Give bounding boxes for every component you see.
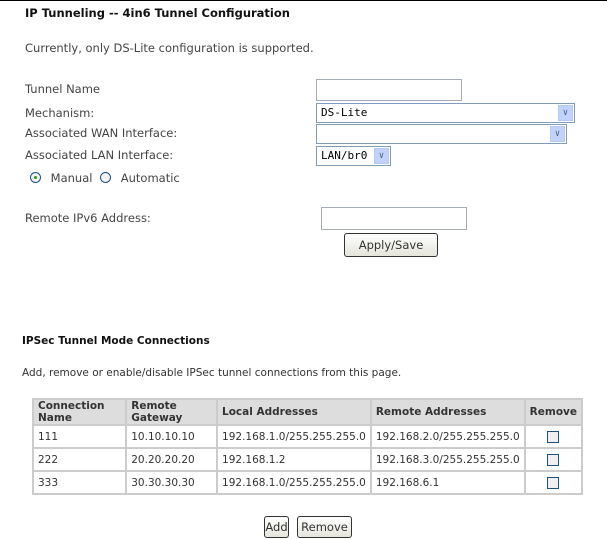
mechanism-select[interactable]: DS-Lite ∨ — [316, 103, 575, 123]
add-button[interactable]: Add — [264, 516, 289, 538]
column-header: Remote Addresses — [369, 398, 526, 426]
remove-checkbox[interactable] — [547, 476, 560, 489]
remove-cell — [523, 470, 584, 495]
page-title: IP Tunneling -- 4in6 Tunnel Configuratio… — [25, 6, 290, 20]
mechanism-label: Mechanism: — [25, 106, 95, 120]
table-header-row: Connection Name Remote Gateway Local Add… — [31, 398, 584, 426]
local-addresses: 192.168.1.0/255.255.255.0 — [216, 470, 372, 495]
local-addresses: 192.168.1.2 — [216, 447, 372, 472]
remote-gateway: 20.20.20.20 — [125, 447, 219, 472]
remote-addresses: 192.168.2.0/255.255.255.0 — [369, 424, 526, 449]
remove-cell — [523, 447, 584, 472]
remote-gateway: 30.30.30.30 — [125, 470, 219, 495]
remote-addresses: 192.168.3.0/255.255.255.0 — [369, 447, 526, 472]
column-header: Remove — [523, 398, 584, 426]
local-addresses: 192.168.1.0/255.255.255.0 — [216, 424, 372, 449]
connection-name: 111 — [31, 424, 128, 449]
lan-interface-label: Associated LAN Interface: — [25, 148, 174, 162]
table-row: 111 10.10.10.10 192.168.1.0/255.255.255.… — [31, 424, 584, 449]
top-border — [0, 0, 607, 1]
lan-interface-value: LAN/br0 — [321, 149, 368, 162]
remote-ipv6-input[interactable] — [321, 207, 467, 230]
manual-radio-label: Manual — [50, 171, 93, 185]
chevron-down-icon: ∨ — [558, 105, 573, 121]
column-header: Connection Name — [31, 398, 128, 426]
mode-radio-group: Manual Automatic — [30, 171, 180, 185]
manual-radio[interactable] — [30, 172, 41, 183]
tunnel-name-input[interactable] — [316, 79, 462, 101]
mechanism-value: DS-Lite — [321, 106, 368, 119]
column-header: Local Addresses — [216, 398, 372, 426]
remove-cell — [523, 424, 584, 449]
chevron-down-icon: ∨ — [374, 148, 389, 164]
wan-interface-label: Associated WAN Interface: — [25, 126, 178, 140]
automatic-radio-label: Automatic — [120, 171, 180, 185]
connection-name: 222 — [31, 447, 128, 472]
lan-interface-select[interactable]: LAN/br0 ∨ — [316, 146, 391, 166]
chevron-down-icon: ∨ — [550, 126, 565, 142]
column-header: Remote Gateway — [125, 398, 219, 426]
connection-name: 333 — [31, 470, 128, 495]
remote-gateway: 10.10.10.10 — [125, 424, 219, 449]
remote-addresses: 192.168.6.1 — [369, 470, 526, 495]
remove-checkbox[interactable] — [547, 430, 560, 443]
table-row: 333 30.30.30.30 192.168.1.0/255.255.255.… — [31, 470, 584, 495]
remote-ipv6-label: Remote IPv6 Address: — [25, 211, 151, 225]
remove-checkbox[interactable] — [547, 453, 560, 466]
apply-save-button[interactable]: Apply/Save — [344, 233, 438, 257]
ipsec-section-title: IPSec Tunnel Mode Connections — [22, 335, 210, 347]
tunnel-name-label: Tunnel Name — [25, 82, 100, 96]
automatic-radio[interactable] — [100, 172, 112, 183]
ipsec-description: Add, remove or enable/disable IPSec tunn… — [22, 367, 402, 379]
ipsec-connections-table: Connection Name Remote Gateway Local Add… — [31, 398, 584, 495]
support-note: Currently, only DS-Lite configuration is… — [25, 41, 314, 55]
wan-interface-select[interactable]: ∨ — [316, 124, 567, 144]
remove-button[interactable]: Remove — [297, 516, 352, 538]
table-row: 222 20.20.20.20 192.168.1.2 192.168.3.0/… — [31, 447, 584, 472]
